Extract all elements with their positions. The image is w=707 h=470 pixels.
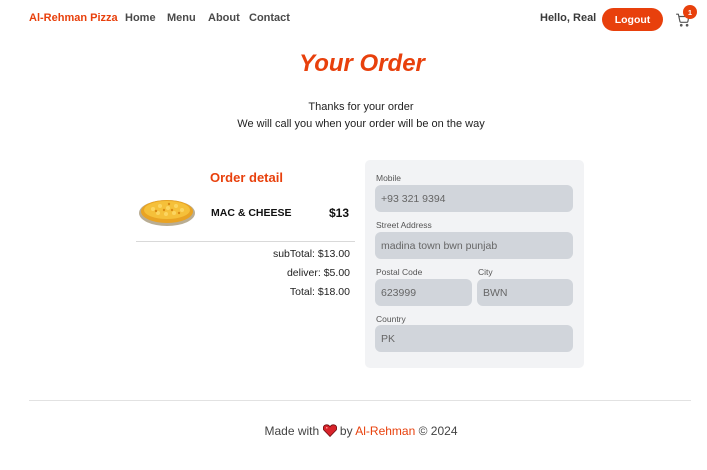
footer-by: by xyxy=(339,424,353,438)
page-title: Your Order xyxy=(299,50,425,77)
footer-copyright: © 2024 xyxy=(418,424,458,438)
item-name: MAC & CHEESE xyxy=(211,207,292,219)
nav-link-menu[interactable]: Menu xyxy=(167,12,196,24)
mobile-label: Mobile xyxy=(376,173,402,183)
subtotal: subTotal: $13.00 xyxy=(272,248,350,260)
postal-code-label: Postal Code xyxy=(376,267,423,277)
item-price: $13 xyxy=(329,206,350,220)
footer-brand-link[interactable]: Al-Rehman xyxy=(355,424,415,438)
order-total: Total: $18.00 xyxy=(289,286,350,298)
shipping-info-card: Mobile +93 321 9394 Street Address madin… xyxy=(365,160,584,368)
heart-icon xyxy=(322,424,337,437)
mobile-field[interactable]: +93 321 9394 xyxy=(375,185,573,212)
thanks-message: Thanks for your order xyxy=(308,101,414,113)
brand-link[interactable]: Al-Rehman Pizza xyxy=(29,12,118,24)
navbar: Al-Rehman Pizza Home Menu About Contact … xyxy=(0,0,707,40)
country-field[interactable]: PK xyxy=(375,325,573,352)
city-label: City xyxy=(478,267,493,277)
footer: Made with by Al-Rehman © 2024 xyxy=(0,424,707,438)
cart-count-badge: 1 xyxy=(683,5,697,19)
nav-link-contact[interactable]: Contact xyxy=(249,12,290,24)
nav-link-home[interactable]: Home xyxy=(125,12,156,24)
street-address-label: Street Address xyxy=(376,220,432,230)
delivery-fee: deliver: $5.00 xyxy=(286,267,350,279)
country-label: Country xyxy=(376,314,406,324)
city-field[interactable]: BWN xyxy=(477,279,573,306)
pizza-image xyxy=(139,200,195,226)
order-detail-title: Order detail xyxy=(210,170,283,185)
delivery-message: We will call you when your order will be… xyxy=(237,118,485,130)
street-address-field[interactable]: madina town bwn punjab xyxy=(375,232,573,259)
order-divider xyxy=(136,241,355,242)
logout-button[interactable]: Logout xyxy=(602,8,663,31)
footer-divider xyxy=(29,400,691,401)
postal-code-field[interactable]: 623999 xyxy=(375,279,472,306)
user-greeting: Hello, Real xyxy=(540,12,597,24)
nav-link-about[interactable]: About xyxy=(208,12,240,24)
footer-made-with: Made with xyxy=(264,424,320,438)
